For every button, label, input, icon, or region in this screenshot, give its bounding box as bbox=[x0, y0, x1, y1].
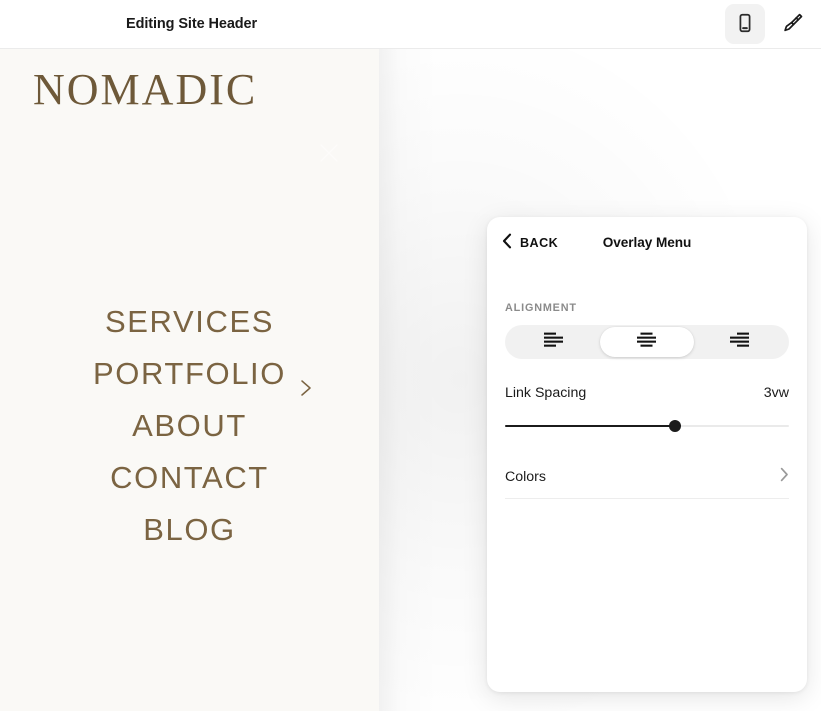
colors-row[interactable]: Colors bbox=[505, 455, 789, 499]
preview-canvas: NOMADIC SERVICES PORTFOLIO ABOUT CONTACT… bbox=[0, 49, 821, 711]
site-logo[interactable]: NOMADIC bbox=[33, 68, 257, 112]
paintbrush-icon bbox=[781, 11, 805, 38]
mobile-preview-toggle[interactable] bbox=[725, 4, 765, 44]
link-spacing-label: Link Spacing bbox=[505, 385, 587, 401]
panel-header: BACK Overlay Menu bbox=[487, 217, 807, 273]
alignment-option-left[interactable] bbox=[507, 327, 600, 357]
nav-link-blog[interactable]: BLOG bbox=[143, 504, 236, 556]
nav-link-contact[interactable]: CONTACT bbox=[110, 452, 269, 504]
slider-fill bbox=[505, 425, 676, 427]
link-spacing-slider[interactable] bbox=[505, 418, 789, 434]
nav-link-label: SERVICES bbox=[104, 304, 274, 339]
colors-label: Colors bbox=[505, 468, 546, 485]
chevron-right-icon bbox=[780, 467, 789, 487]
alignment-section-label: ALIGNMENT bbox=[505, 302, 577, 314]
overlay-nav-list: SERVICES PORTFOLIO ABOUT CONTACT BLOG bbox=[0, 296, 379, 556]
alignment-segmented-control bbox=[505, 325, 789, 359]
back-button[interactable]: BACK bbox=[502, 233, 558, 252]
chevron-left-icon bbox=[502, 233, 513, 252]
slider-thumb[interactable] bbox=[669, 420, 682, 432]
align-right-icon bbox=[730, 332, 750, 352]
alignment-option-right[interactable] bbox=[694, 327, 787, 357]
overlay-close-button[interactable] bbox=[313, 137, 345, 169]
close-icon bbox=[316, 140, 342, 166]
nav-link-services[interactable]: SERVICES bbox=[105, 296, 274, 348]
nav-link-label: BLOG bbox=[143, 512, 236, 547]
alignment-option-center[interactable] bbox=[600, 327, 694, 357]
page-title: Editing Site Header bbox=[126, 16, 258, 32]
align-left-icon bbox=[543, 332, 564, 352]
top-bar-actions bbox=[725, 4, 813, 44]
nav-link-label: PORTFOLIO bbox=[93, 356, 286, 391]
editor-window: Editing Site Header NOMADIC SERVICES POR… bbox=[0, 0, 821, 711]
back-button-label: BACK bbox=[520, 235, 559, 250]
chevron-right-icon bbox=[298, 363, 314, 396]
nav-link-label: CONTACT bbox=[110, 460, 269, 495]
link-spacing-value: 3vw bbox=[763, 385, 789, 401]
nav-link-portfolio[interactable]: PORTFOLIO bbox=[93, 348, 311, 400]
mobile-icon bbox=[734, 12, 756, 37]
link-spacing-row: Link Spacing 3vw bbox=[505, 385, 789, 401]
settings-panel: BACK Overlay Menu ALIGNMENT Link Spacing… bbox=[487, 217, 807, 692]
nav-link-label: ABOUT bbox=[132, 408, 247, 443]
mobile-preview-frame: NOMADIC SERVICES PORTFOLIO ABOUT CONTACT… bbox=[0, 49, 379, 711]
nav-link-about[interactable]: ABOUT bbox=[132, 400, 247, 452]
panel-body: ALIGNMENT Link Spacing 3vw Colors bbox=[487, 302, 807, 499]
top-bar: Editing Site Header bbox=[0, 0, 821, 49]
style-brush-button[interactable] bbox=[773, 4, 813, 44]
align-center-icon bbox=[636, 332, 657, 352]
